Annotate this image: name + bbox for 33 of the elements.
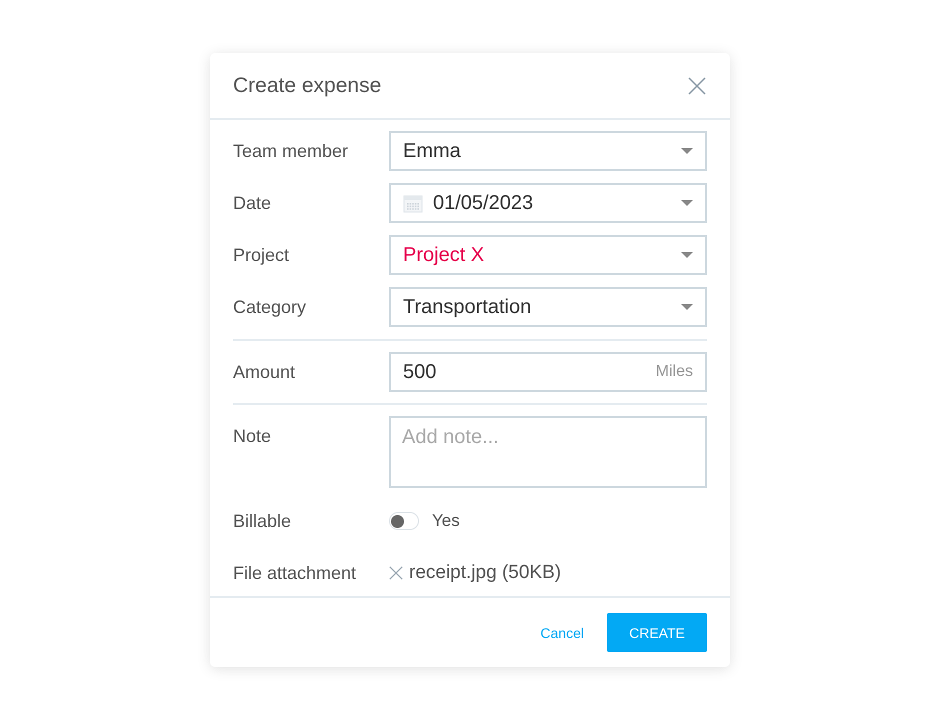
field-value: Project X — [403, 244, 486, 266]
field-value: Transportation — [403, 296, 532, 318]
field-label: Category — [233, 296, 308, 318]
dropdown-field[interactable]: Project X — [389, 235, 707, 275]
amount-field[interactable]: 500 Miles — [389, 352, 707, 392]
caret-icon — [681, 200, 693, 206]
caret-icon — [681, 148, 693, 154]
field-label: Team member — [233, 140, 350, 162]
field-label: Amount — [233, 362, 296, 382]
close-icon — [688, 76, 706, 94]
caret-icon — [681, 252, 693, 258]
field-label: Billable — [233, 510, 292, 532]
remove-glyph-icon — [389, 566, 403, 580]
field-label: Date — [233, 192, 272, 214]
note-field[interactable]: Add note... — [389, 416, 707, 488]
remove-icon[interactable] — [389, 566, 403, 580]
field-value: 500 — [403, 360, 438, 384]
dropdown-field[interactable]: Emma — [389, 131, 707, 171]
dropdown-field[interactable]: 01/05/2023 — [389, 183, 707, 223]
field-value: Emma — [403, 140, 462, 162]
close-button[interactable] — [688, 76, 706, 94]
field-label: File attachment — [233, 562, 358, 584]
toggle-label: Yes — [432, 511, 460, 531]
field-value: 01/05/2023 — [433, 192, 534, 214]
field-label: Note — [233, 426, 272, 447]
file-name: receipt.jpg (50KB) — [409, 562, 562, 584]
caret-icon — [681, 304, 693, 310]
dialog-title: Create expense — [233, 74, 382, 98]
unit-label: Miles — [656, 363, 693, 381]
dropdown-field[interactable]: Transportation — [389, 287, 707, 327]
field-label: Project — [233, 244, 290, 266]
billable-toggle[interactable] — [389, 512, 419, 530]
calendar-icon — [403, 193, 423, 213]
